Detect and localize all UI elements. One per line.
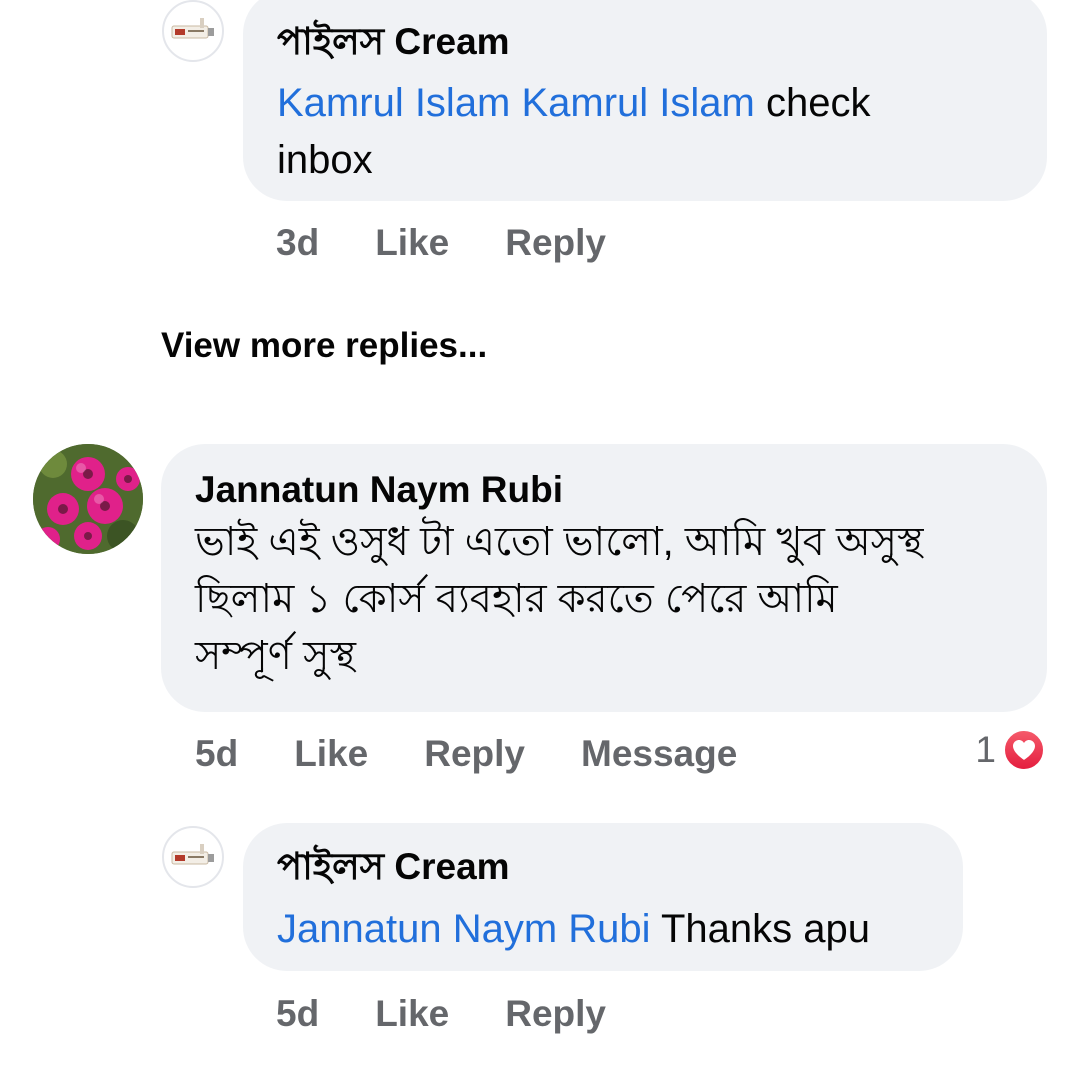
- avatar[interactable]: [33, 444, 143, 554]
- page-avatar[interactable]: [162, 0, 224, 62]
- heart-icon: [1002, 728, 1046, 772]
- reply-button[interactable]: Reply: [424, 733, 525, 775]
- page-avatar[interactable]: [162, 826, 224, 888]
- comment-text: Jannatun Naym Rubi Thanks apu: [277, 907, 870, 951]
- like-button[interactable]: Like: [375, 222, 449, 264]
- comment-actions: 3d Like Reply: [276, 222, 662, 264]
- comment-actions: 5d Like Reply: [276, 993, 662, 1035]
- like-button[interactable]: Like: [375, 993, 449, 1035]
- reply-button[interactable]: Reply: [505, 993, 606, 1035]
- reaction-count: 1: [975, 729, 996, 770]
- comment-author[interactable]: Jannatun Naym Rubi: [195, 468, 1047, 512]
- comment-timestamp[interactable]: 5d: [195, 733, 238, 775]
- comment-author[interactable]: পাইলস Cream: [277, 20, 1047, 64]
- reaction-summary[interactable]: 1: [975, 728, 1046, 772]
- comment-author[interactable]: পাইলস Cream: [277, 845, 963, 889]
- cream-product-icon: [171, 844, 214, 865]
- reply-button[interactable]: Reply: [505, 222, 606, 264]
- mention-link[interactable]: Jannatun Naym Rubi: [277, 907, 651, 951]
- comment-timestamp[interactable]: 5d: [276, 993, 319, 1035]
- comment-bubble: Jannatun Naym Rubi ভাই এই ওসুধ টা এতো ভা…: [161, 444, 1047, 712]
- mention-link[interactable]: Kamrul Islam Kamrul Islam: [277, 81, 755, 125]
- comment-timestamp[interactable]: 3d: [276, 222, 319, 264]
- comment-bubble: পাইলস Cream Jannatun Naym Rubi Thanks ap…: [243, 823, 963, 971]
- comment-text: ভাই এই ওসুধ টা এতো ভালো, আমি খুব অসুস্থ …: [195, 520, 924, 678]
- flower-avatar-icon: [33, 444, 143, 554]
- comment-bubble: পাইলস Cream Kamrul Islam Kamrul Islam ch…: [243, 0, 1047, 201]
- view-more-replies-link[interactable]: View more replies...: [161, 326, 487, 366]
- comment-actions: 5d Like Reply Message: [195, 733, 793, 775]
- cream-product-icon: [171, 18, 214, 39]
- comment-text: Kamrul Islam Kamrul Islam check inbox: [277, 81, 871, 182]
- message-button[interactable]: Message: [581, 733, 737, 775]
- like-button[interactable]: Like: [294, 733, 368, 775]
